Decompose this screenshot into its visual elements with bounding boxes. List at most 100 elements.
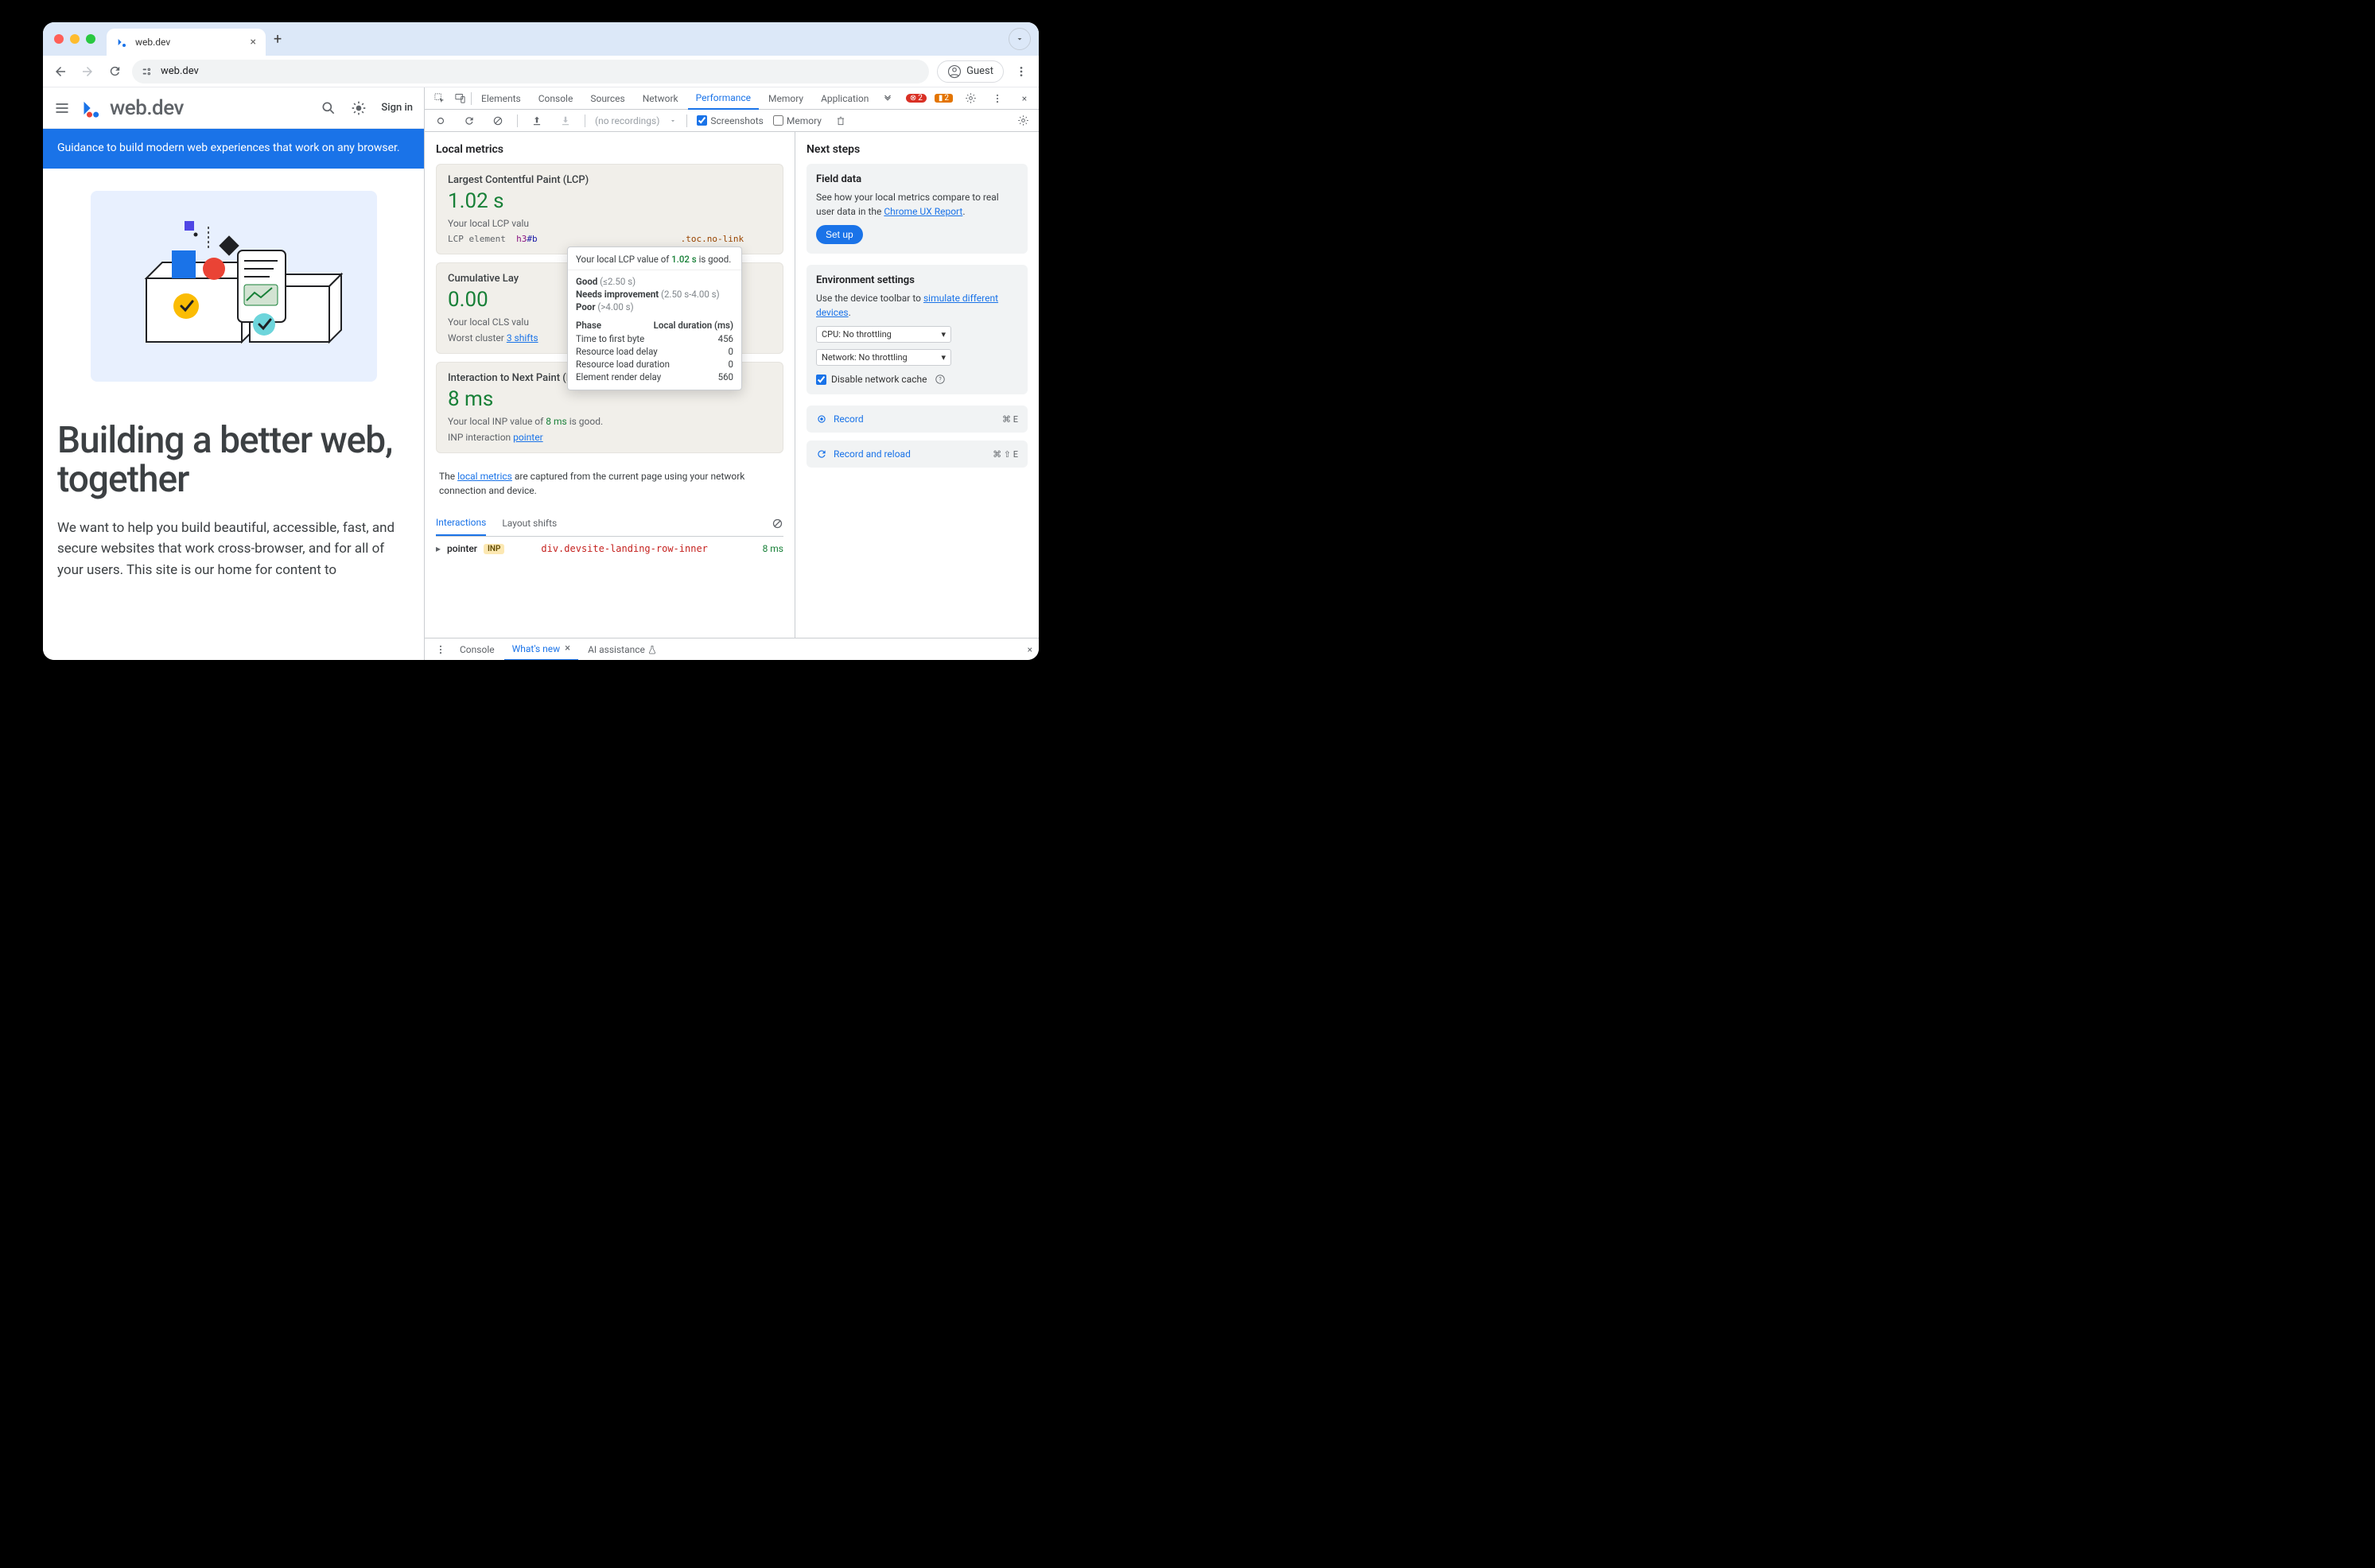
inp-interaction-row: INP interaction pointer <box>448 432 772 443</box>
upload-button[interactable] <box>527 111 546 130</box>
cls-shifts-link[interactable]: 3 shifts <box>507 332 538 343</box>
minimize-window-button[interactable] <box>70 34 80 44</box>
browser-menu-button[interactable] <box>1012 62 1031 81</box>
disable-cache-label: Disable network cache <box>831 374 927 385</box>
inp-value: 8 ms <box>448 387 772 411</box>
record-reload-label: Record and reload <box>834 448 911 460</box>
close-tab-icon[interactable]: × <box>565 642 570 654</box>
device-toolbar-button[interactable] <box>450 89 469 108</box>
reload-icon <box>816 448 827 460</box>
tab-interactions[interactable]: Interactions <box>436 510 486 536</box>
record-button[interactable] <box>431 111 450 130</box>
theme-toggle-button[interactable] <box>351 100 367 116</box>
env-title: Environment settings <box>816 274 1018 286</box>
interaction-row[interactable]: ▸ pointer INP div.devsite-landing-row-in… <box>436 537 783 561</box>
clear-interactions-icon[interactable] <box>772 518 783 530</box>
new-tab-button[interactable]: + <box>274 31 282 48</box>
devtools-drawer: Console What's new× AI assistance × <box>425 638 1039 660</box>
close-drawer-icon[interactable]: × <box>1028 644 1032 655</box>
inspect-element-button[interactable] <box>430 89 449 108</box>
recordings-select[interactable]: (no recordings) <box>595 115 659 126</box>
address-bar[interactable]: web.dev <box>132 60 929 83</box>
browser-toolbar: web.dev Guest <box>43 56 1039 87</box>
next-steps-heading: Next steps <box>807 143 1028 156</box>
field-data-title: Field data <box>816 173 1018 185</box>
sign-in-link[interactable]: Sign in <box>381 102 413 114</box>
drawer-menu-icon[interactable] <box>431 640 450 659</box>
hero-illustration <box>91 191 377 382</box>
inp-interaction-link[interactable]: pointer <box>513 432 542 443</box>
forward-button[interactable] <box>78 62 97 81</box>
capture-settings-icon[interactable] <box>1013 111 1032 130</box>
setup-button[interactable]: Set up <box>816 225 863 244</box>
search-button[interactable] <box>321 100 336 116</box>
logo-text: web.dev <box>110 96 184 120</box>
more-tabs-button[interactable] <box>878 89 897 108</box>
site-favicon <box>116 36 129 49</box>
back-button[interactable] <box>51 62 70 81</box>
cpu-throttling-select[interactable]: CPU: No throttling▾ <box>816 326 951 343</box>
drawer-tab-ai[interactable]: AI assistance <box>580 638 665 661</box>
chevron-down-icon <box>1015 34 1024 44</box>
crux-report-link[interactable]: Chrome UX Report <box>884 206 962 217</box>
memory-checkbox[interactable]: Memory <box>773 115 822 126</box>
drawer-tab-console[interactable]: Console <box>452 638 503 661</box>
site-logo[interactable]: web.dev <box>81 96 184 120</box>
menu-button[interactable] <box>54 100 70 116</box>
help-icon[interactable]: ? <box>935 374 946 385</box>
tab-layout-shifts[interactable]: Layout shifts <box>502 511 557 535</box>
record-shortcut: ⌘ E <box>1002 414 1018 425</box>
tab-performance[interactable]: Performance <box>688 87 759 110</box>
environment-settings-card: Environment settings Use the device tool… <box>807 265 1028 394</box>
hero-title: Building a better web, together <box>57 421 410 500</box>
gc-button[interactable] <box>831 111 850 130</box>
logo-icon <box>81 97 103 119</box>
browser-tab[interactable]: web.dev × <box>107 29 266 56</box>
tab-overflow-button[interactable] <box>1009 28 1031 50</box>
warning-count-badge[interactable]: ▮2 <box>935 94 953 103</box>
inp-badge: INP <box>484 544 504 554</box>
tab-elements[interactable]: Elements <box>473 87 529 110</box>
url-text: web.dev <box>161 65 199 77</box>
lcp-note: Your local LCP valu <box>448 218 772 229</box>
download-button[interactable] <box>556 111 575 130</box>
inp-note: Your local INP value of 8 ms is good. <box>448 416 772 427</box>
local-metrics-link[interactable]: local metrics <box>457 471 512 482</box>
record-reload-action[interactable]: Record and reload ⌘ ⇧ E <box>807 441 1028 468</box>
error-count-badge[interactable]: ⊗2 <box>906 94 927 103</box>
svg-text:?: ? <box>939 376 943 382</box>
close-tab-icon[interactable]: × <box>251 36 256 49</box>
clear-button[interactable] <box>488 111 507 130</box>
network-throttling-select[interactable]: Network: No throttling▾ <box>816 349 951 366</box>
interaction-tabs: Interactions Layout shifts <box>436 510 783 537</box>
disable-cache-checkbox[interactable] <box>816 375 826 385</box>
local-metrics-heading: Local metrics <box>436 143 783 156</box>
fullscreen-window-button[interactable] <box>86 34 95 44</box>
browser-tab-strip: web.dev × + <box>43 22 1039 56</box>
record-action[interactable]: Record ⌘ E <box>807 406 1028 433</box>
reload-button[interactable] <box>105 62 124 81</box>
drawer-tab-whatsnew[interactable]: What's new× <box>504 638 578 661</box>
devtools-tabstrip: Elements Console Sources Network Perform… <box>425 87 1039 110</box>
chevron-down-icon <box>669 117 677 125</box>
close-window-button[interactable] <box>54 34 64 44</box>
reload-record-button[interactable] <box>460 111 479 130</box>
record-reload-shortcut: ⌘ ⇧ E <box>993 449 1018 460</box>
site-settings-icon[interactable] <box>142 66 153 77</box>
settings-icon[interactable] <box>961 89 980 108</box>
more-options-icon[interactable] <box>988 89 1007 108</box>
lcp-tooltip: Your local LCP value of 1.02 s is good. … <box>567 246 742 390</box>
tab-network[interactable]: Network <box>635 87 686 110</box>
tab-sources[interactable]: Sources <box>582 87 632 110</box>
tab-console[interactable]: Console <box>531 87 581 110</box>
screenshots-checkbox[interactable]: Screenshots <box>697 115 763 126</box>
person-icon <box>947 64 962 79</box>
expand-icon[interactable]: ▸ <box>436 543 441 554</box>
interaction-selector: div.devsite-landing-row-inner <box>541 543 708 554</box>
profile-button[interactable]: Guest <box>937 60 1004 83</box>
tab-application[interactable]: Application <box>813 87 877 110</box>
page-viewport: web.dev Sign in Guidance to build modern… <box>43 87 424 660</box>
close-devtools-icon[interactable]: × <box>1015 89 1034 108</box>
next-steps-panel: Next steps Field data See how your local… <box>795 132 1039 638</box>
tab-memory[interactable]: Memory <box>760 87 811 110</box>
